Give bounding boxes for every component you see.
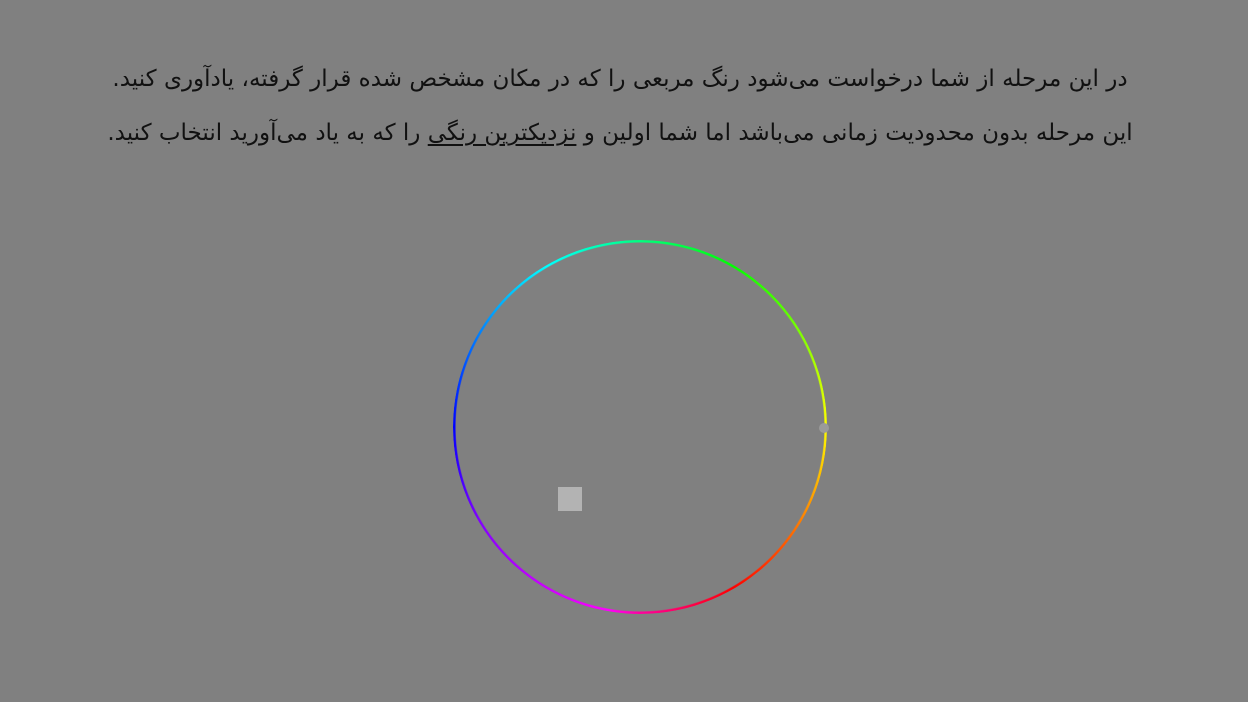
target-square-location [558, 487, 582, 511]
instructions-text: در این مرحله از شما درخواست می‌شود رنگ م… [20, 52, 1220, 160]
instruction-emphasis: نزدیکترین رنگی [427, 120, 577, 146]
instruction-line-2-end: را که به یاد می‌آورید انتخاب کنید. [107, 120, 428, 146]
task-screen: در این مرحله از شما درخواست می‌شود رنگ م… [0, 0, 1248, 702]
color-wheel-ring[interactable] [453, 240, 827, 614]
instruction-line-2-start: این مرحله بدون محدودیت زمانی می‌باشد اما… [576, 120, 1133, 146]
instruction-line-2: این مرحله بدون محدودیت زمانی می‌باشد اما… [20, 106, 1220, 160]
instruction-line-1: در این مرحله از شما درخواست می‌شود رنگ م… [112, 66, 1128, 92]
color-selector-handle[interactable] [819, 423, 829, 433]
